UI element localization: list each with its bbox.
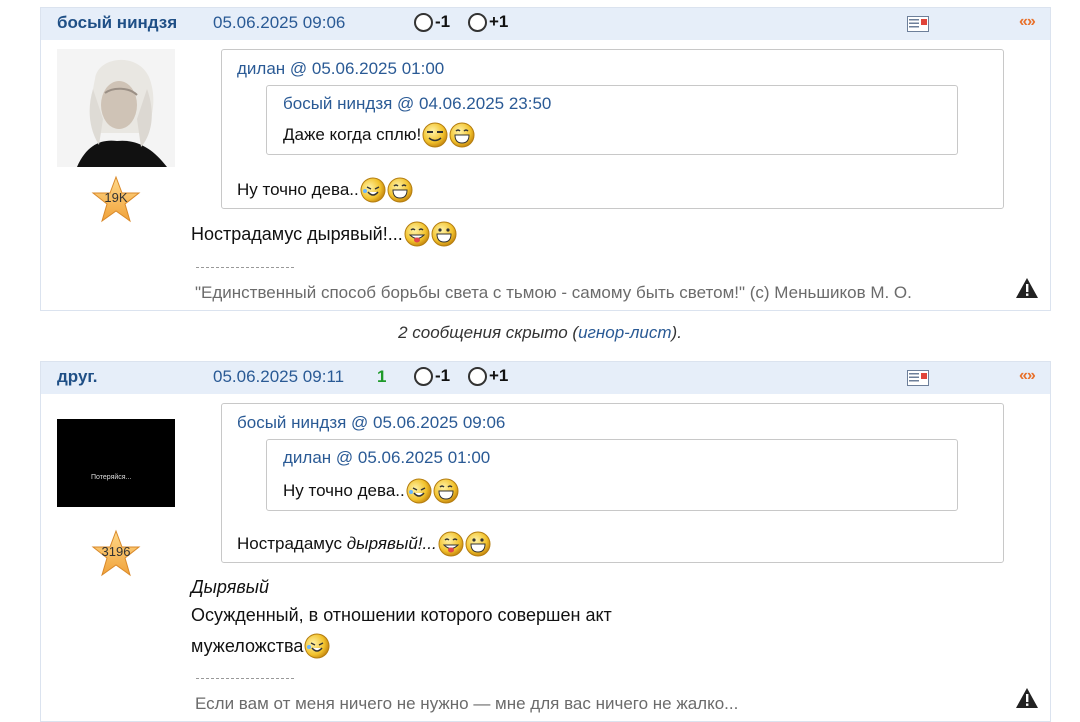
post-body-line: Осужденный, в отношении которого соверше…	[191, 605, 612, 626]
warning-icon[interactable]	[1015, 687, 1039, 709]
crying-laugh-smiley-icon	[304, 633, 330, 659]
laughing-smiley-icon	[449, 122, 475, 148]
hidden-messages-prefix: 2 сообщения скрыто (	[398, 323, 579, 342]
post-header: друг. 05.06.2025 09:11 1 -1 +1 «»	[41, 362, 1050, 394]
nested-quote-text-line: Ну точно дева..	[283, 478, 459, 504]
post: друг. 05.06.2025 09:11 1 -1 +1 «» Потеря…	[40, 361, 1051, 722]
quote-text-italic: дырявый!...	[346, 534, 437, 553]
signature-separator	[196, 267, 294, 268]
tongue-smiley-icon	[404, 221, 430, 247]
vote-minus[interactable]: -1	[414, 366, 450, 386]
nested-quote-author[interactable]: босый ниндзя @ 04.06.2025 23:50	[283, 94, 551, 114]
avatar-caption: Потеряйся...	[91, 474, 132, 481]
laughing-smiley-icon	[433, 478, 459, 504]
vote-plus[interactable]: +1	[468, 366, 508, 386]
crying-laugh-smiley-icon	[406, 478, 432, 504]
hidden-messages-note: 2 сообщения скрыто (игнор-лист).	[0, 323, 1080, 343]
vote-plus[interactable]: +1	[468, 12, 508, 32]
quote-text-line: Ну точно дева..	[237, 177, 413, 203]
post: босый ниндзя 05.06.2025 09:06 -1 +1 «» 1…	[40, 7, 1051, 311]
profile-card-icon[interactable]	[907, 16, 929, 32]
post-date: 05.06.2025 09:11	[213, 367, 345, 386]
laughing-smiley-icon	[387, 177, 413, 203]
nested-quote-block: дилан @ 05.06.2025 01:00 Ну точно дева..	[266, 439, 958, 511]
post-header: босый ниндзя 05.06.2025 09:06 -1 +1 «»	[41, 8, 1050, 40]
quote-author[interactable]: дилан @ 05.06.2025 01:00	[237, 59, 444, 79]
signature: Если вам от меня ничего не нужно — мне д…	[195, 694, 739, 713]
author-name[interactable]: босый ниндзя	[57, 13, 177, 33]
vote-plus-label: +1	[489, 366, 509, 385]
post-body-text: Нострадамус дырявый!...	[191, 223, 403, 244]
vote-minus-radio[interactable]	[414, 366, 433, 386]
quote-block: босый ниндзя @ 05.06.2025 09:06 дилан @ …	[221, 403, 1004, 563]
vote-minus-label: -1	[435, 12, 451, 31]
post-body-title-text: Дырявый	[191, 577, 269, 597]
quote-text-line: Нострадамус дырявый!...	[237, 531, 491, 557]
quote-icon[interactable]: «»	[1019, 367, 1036, 385]
avatar: Потеряйся...	[57, 419, 175, 507]
rating-star-icon: 3196	[91, 529, 141, 579]
nested-quote-block: босый ниндзя @ 04.06.2025 23:50 Даже ког…	[266, 85, 958, 155]
quote-block: дилан @ 05.06.2025 01:00 босый ниндзя @ …	[221, 49, 1004, 209]
nested-quote-text: Даже когда сплю!	[283, 125, 422, 144]
post-body-line2: мужеложства	[191, 635, 304, 656]
nested-quote-author[interactable]: дилан @ 05.06.2025 01:00	[283, 448, 490, 468]
vote-minus[interactable]: -1	[414, 12, 450, 32]
signature: "Единственный способ борьбы света с тьмо…	[195, 283, 912, 302]
hidden-messages-suffix: ).	[671, 323, 682, 342]
crying-laugh-smiley-icon	[360, 177, 386, 203]
tongue-smiley-icon	[438, 531, 464, 557]
vote-plus-radio[interactable]	[468, 366, 487, 386]
grinning-smiley-icon	[431, 221, 457, 247]
post-body-line: мужеложства	[191, 633, 330, 659]
nested-quote-text: Ну точно дева..	[283, 481, 405, 500]
warning-icon[interactable]	[1015, 277, 1039, 299]
quote-icon[interactable]: «»	[1019, 13, 1036, 31]
signature-separator	[196, 678, 294, 679]
star-count: 19K	[104, 190, 128, 205]
sleepy-smiley-icon	[422, 122, 448, 148]
post-body-title: Дырявый	[191, 577, 269, 598]
rating-star-icon: 19K	[91, 175, 141, 225]
quote-text: Ну точно дева..	[237, 180, 359, 199]
post-date: 05.06.2025 09:06	[213, 13, 346, 32]
ignore-list-link[interactable]: игнор-лист	[578, 323, 671, 342]
avatar	[57, 49, 175, 167]
post-body: Нострадамус дырявый!...	[191, 221, 457, 247]
vote-plus-label: +1	[489, 12, 509, 31]
vote-plus-radio[interactable]	[468, 12, 487, 32]
vote-minus-label: -1	[435, 366, 451, 385]
star-count: 3196	[101, 544, 131, 559]
post-body-line1: Осужденный, в отношении которого соверше…	[191, 605, 612, 625]
vote-minus-radio[interactable]	[414, 12, 433, 32]
rating-count: 1	[377, 367, 387, 386]
grinning-smiley-icon	[465, 531, 491, 557]
profile-card-icon[interactable]	[907, 370, 929, 386]
quote-author[interactable]: босый ниндзя @ 05.06.2025 09:06	[237, 413, 505, 433]
nested-quote-text-line: Даже когда сплю!	[283, 122, 475, 148]
author-name[interactable]: друг.	[57, 367, 98, 387]
quote-text-plain: Нострадамус	[237, 534, 347, 553]
